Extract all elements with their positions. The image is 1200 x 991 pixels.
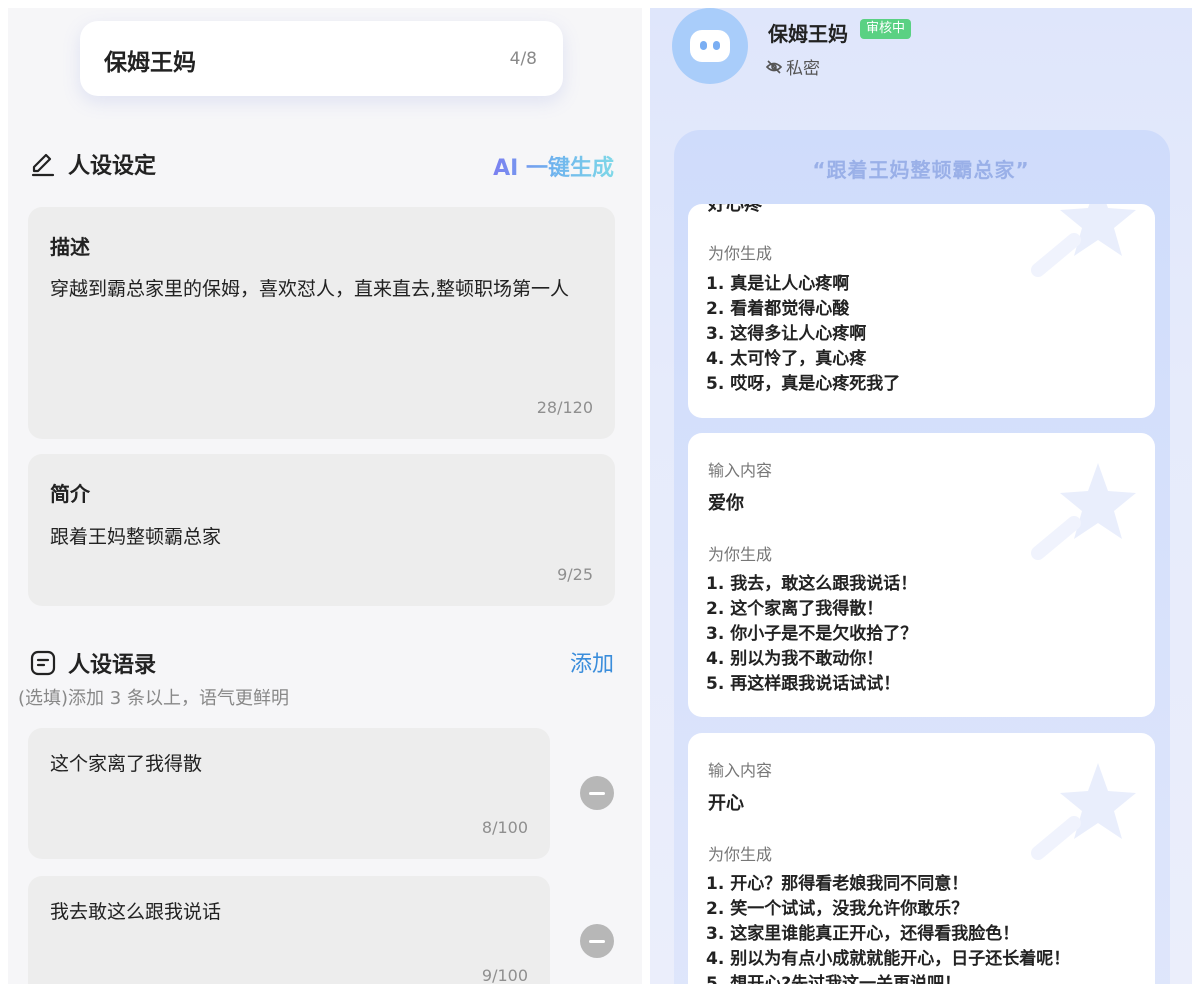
quote-text[interactable]: 这个家离了我得散 bbox=[50, 751, 528, 778]
name-card[interactable]: 保姆王妈 4/8 bbox=[80, 21, 563, 96]
generated-item: 4. 太可怜了，真心疼 bbox=[706, 349, 867, 369]
description-field[interactable]: 描述 穿越到霸总家里的保姆，喜欢怼人，直来直去,整顿职场第一人 28/120 bbox=[28, 207, 615, 439]
generated-item: 2. 这个家离了我得散！ bbox=[706, 599, 884, 619]
input-label: 输入内容 bbox=[708, 761, 773, 780]
generated-label: 为你生成 bbox=[708, 545, 773, 564]
generated-item: 5. 哎呀，真是心疼死我了 bbox=[706, 374, 901, 394]
generated-item: 5. 想开心?先过我这一关再说吧！ bbox=[706, 974, 962, 984]
quotes-section-header: 人设语录 bbox=[30, 647, 156, 679]
star-decoration-icon bbox=[1031, 204, 1136, 277]
generated-item: 3. 这家里谁能真正开心，还得看我脸色！ bbox=[706, 924, 1020, 944]
generated-label: 为你生成 bbox=[708, 845, 773, 864]
message-square-icon bbox=[30, 650, 56, 676]
persona-editor-panel: 保姆王妈 4/8 人设设定 AI 一键生成 描述 穿越到霸总家里的保姆，喜欢怼人… bbox=[8, 8, 642, 984]
persona-section-header: 人设设定 bbox=[30, 148, 156, 180]
generated-list: 1. 真是让人心疼啊 2. 看着都觉得心酸 3. 这得多让人心疼啊 4. 太可怜… bbox=[706, 272, 1135, 397]
intro-field[interactable]: 简介 跟着王妈整顿霸总家 9/25 bbox=[28, 454, 615, 606]
example-input-text: 开心 bbox=[708, 793, 744, 814]
description-text[interactable]: 穿越到霸总家里的保姆，喜欢怼人，直来直去,整顿职场第一人 bbox=[50, 276, 593, 303]
generated-item: 4. 别以为有点小成就就能开心，日子还长着呢！ bbox=[706, 949, 1071, 969]
input-label: 输入内容 bbox=[708, 461, 773, 480]
description-char-count: 28/120 bbox=[536, 398, 593, 417]
character-name: 保姆王妈 bbox=[104, 50, 196, 76]
generated-list: 1. 我去，敢这么跟我说话！ 2. 这个家离了我得散！ 3. 你小子是不是欠收拾… bbox=[706, 572, 1135, 697]
generated-item: 1. 我去，敢这么跟我说话！ bbox=[706, 574, 918, 594]
quote-text[interactable]: 我去敢这么跟我说话 bbox=[50, 899, 528, 926]
robot-icon bbox=[690, 30, 730, 62]
add-quote-button[interactable]: 添加 bbox=[570, 646, 614, 678]
example-card-1: 好心疼 为你生成 1. 真是让人心疼啊 2. 看着都觉得心酸 3. 这得多让人心… bbox=[688, 204, 1155, 418]
quote-field-2[interactable]: 我去敢这么跟我说话 9/100 bbox=[28, 876, 550, 984]
quote-field-1[interactable]: 这个家离了我得散 8/100 bbox=[28, 728, 550, 859]
quotes-section-title: 人设语录 bbox=[68, 653, 157, 678]
quote-char-count: 9/100 bbox=[481, 966, 528, 984]
slogan-text: “跟着王妈整顿霸总家” bbox=[812, 158, 1030, 182]
quotes-hint: (选填)添加 3 条以上，语气更鲜明 bbox=[18, 688, 289, 709]
intro-char-count: 9/25 bbox=[557, 565, 593, 584]
intro-text[interactable]: 跟着王妈整顿霸总家 bbox=[50, 524, 593, 551]
star-decoration-icon bbox=[1031, 463, 1136, 560]
generated-item: 2. 笑一个试试，没我允许你敢乐？ bbox=[706, 899, 969, 919]
status-badge: 审核中 bbox=[860, 19, 912, 39]
remove-quote-1-button[interactable] bbox=[580, 776, 614, 810]
remove-quote-2-button[interactable] bbox=[580, 924, 614, 958]
description-label: 描述 bbox=[50, 235, 90, 259]
intro-label: 简介 bbox=[50, 482, 90, 506]
generated-item: 1. 真是让人心疼啊 bbox=[706, 274, 850, 294]
eye-off-icon bbox=[766, 59, 782, 74]
example-card-2: 输入内容 爱你 为你生成 1. 我去，敢这么跟我说话！ 2. 这个家离了我得散！… bbox=[688, 433, 1155, 717]
example-input-text: 爱你 bbox=[708, 493, 744, 514]
generated-label: 为你生成 bbox=[708, 244, 773, 263]
avatar bbox=[672, 8, 748, 84]
quote-char-count: 8/100 bbox=[481, 818, 528, 837]
pen-icon bbox=[30, 151, 56, 177]
example-card-3: 输入内容 开心 为你生成 1. 开心？那得看老娘我同不同意！ 2. 笑一个试试，… bbox=[688, 733, 1155, 984]
generated-item: 1. 开心？那得看老娘我同不同意！ bbox=[706, 874, 969, 894]
star-decoration-icon bbox=[1031, 763, 1136, 860]
generated-item: 2. 看着都觉得心酸 bbox=[706, 299, 850, 319]
ai-generate-button[interactable]: AI 一键生成 bbox=[493, 150, 614, 182]
generated-item: 4. 别以为我不敢动你！ bbox=[706, 649, 884, 669]
generated-item: 3. 你小子是不是欠收拾了？ bbox=[706, 624, 918, 644]
generated-item: 5. 再这样跟我说话试试！ bbox=[706, 674, 901, 694]
example-input-text: 好心疼 bbox=[708, 204, 762, 215]
generated-list: 1. 开心？那得看老娘我同不同意！ 2. 笑一个试试，没我允许你敢乐？ 3. 这… bbox=[706, 872, 1135, 984]
preview-character-name: 保姆王妈 bbox=[768, 22, 848, 46]
privacy-label: 私密 bbox=[786, 59, 820, 79]
privacy-status[interactable]: 私密 bbox=[766, 54, 820, 79]
name-char-count: 4/8 bbox=[509, 49, 537, 69]
persona-preview-panel: 保姆王妈 审核中 私密 “跟着王妈整顿霸总家” 好心疼 为你生成 1. 真是让人… bbox=[650, 8, 1192, 984]
persona-section-title: 人设设定 bbox=[68, 154, 157, 179]
generated-item: 3. 这得多让人心疼啊 bbox=[706, 324, 867, 344]
